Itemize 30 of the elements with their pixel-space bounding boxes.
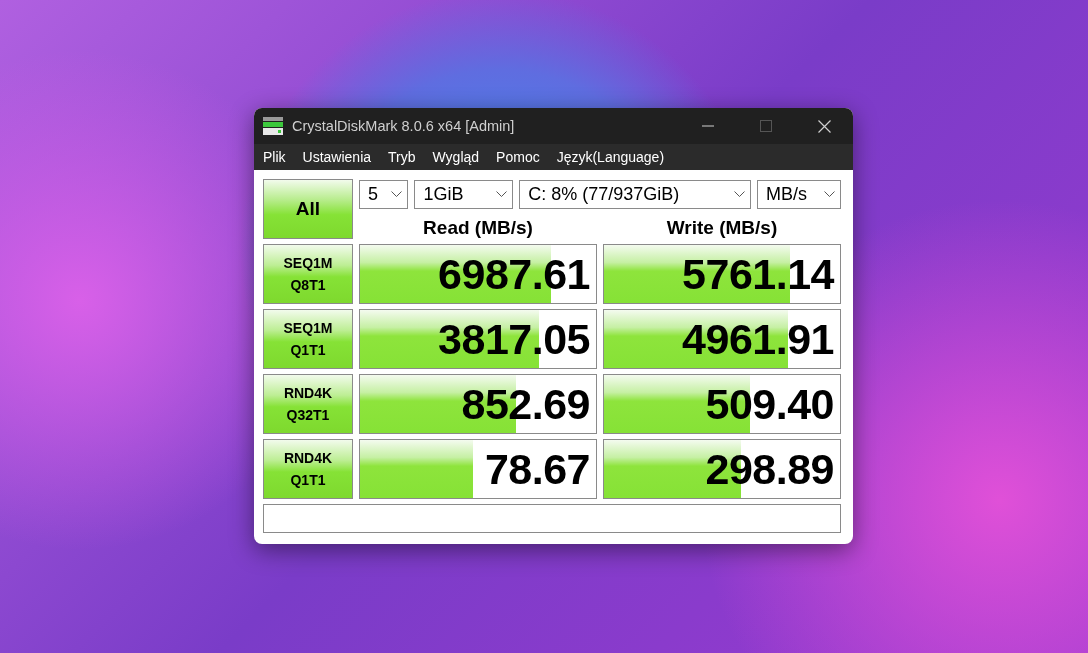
dropdown[interactable]: 5 <box>359 180 409 209</box>
window-title: CrystalDiskMark 8.0.6 x64 [Admin] <box>292 118 516 134</box>
menu-item[interactable]: Plik <box>263 149 286 165</box>
test-button[interactable]: RND4K Q1T1 <box>263 439 353 499</box>
result-value: 78.67 <box>484 443 590 495</box>
chevron-down-icon <box>496 191 508 198</box>
menu-item[interactable]: Ustawienia <box>302 149 372 165</box>
column-header: Write (MB/s) <box>665 217 779 239</box>
chevron-down-icon <box>824 191 835 198</box>
disk-drive-icon <box>262 116 284 136</box>
minimize-icon <box>702 125 714 127</box>
test-button[interactable]: RND4K Q32T1 <box>263 374 353 434</box>
chevron-down-icon <box>734 191 745 198</box>
menu-item[interactable]: Pomoc <box>496 149 540 165</box>
dropdown[interactable]: MB/s <box>757 180 841 209</box>
column-header: Read (MB/s) <box>422 217 534 239</box>
result-value: 852.69 <box>461 378 590 430</box>
result-value: 509.40 <box>705 378 834 430</box>
result-value: 298.89 <box>705 443 834 495</box>
dropdown[interactable]: C: 8% (77/937GiB) <box>519 180 751 209</box>
maximize-icon <box>760 120 772 132</box>
close-icon <box>817 119 831 133</box>
test-button[interactable]: SEQ1M Q1T1 <box>263 309 353 369</box>
chevron-down-icon <box>391 191 403 198</box>
test-button[interactable]: SEQ1M Q8T1 <box>263 244 353 304</box>
all-button[interactable]: All <box>263 179 353 239</box>
menu-item[interactable]: Wygląd <box>432 149 480 165</box>
menu-item[interactable]: Tryb <box>388 149 416 165</box>
dropdown[interactable]: 1GiB <box>414 180 514 209</box>
menu-item[interactable]: Język(Language) <box>556 149 665 165</box>
